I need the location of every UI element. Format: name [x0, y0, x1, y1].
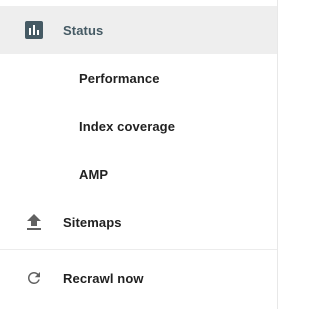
- sidebar-item-performance[interactable]: Performance: [0, 54, 277, 102]
- refresh-icon: [24, 268, 44, 288]
- sidebar-item-label: Performance: [79, 70, 160, 86]
- bar-chart-icon: [24, 20, 44, 40]
- sidebar-item-recrawl-now[interactable]: Recrawl now: [0, 254, 277, 302]
- sidebar-nav: Status Performance Index coverage AMP Si…: [0, 0, 278, 309]
- sidebar-item-label: Recrawl now: [63, 270, 144, 286]
- sidebar-item-sitemaps[interactable]: Sitemaps: [0, 198, 277, 246]
- sidebar-item-index-coverage[interactable]: Index coverage: [0, 102, 277, 150]
- sidebar-item-status[interactable]: Status: [0, 6, 277, 54]
- sidebar-item-amp[interactable]: AMP: [0, 150, 277, 198]
- upload-icon: [24, 212, 44, 232]
- sidebar-item-label: Status: [63, 22, 104, 38]
- sidebar-item-label: AMP: [79, 166, 109, 182]
- sidebar-item-label: Sitemaps: [63, 214, 122, 230]
- divider: [0, 249, 277, 250]
- sidebar-item-label: Index coverage: [79, 118, 176, 134]
